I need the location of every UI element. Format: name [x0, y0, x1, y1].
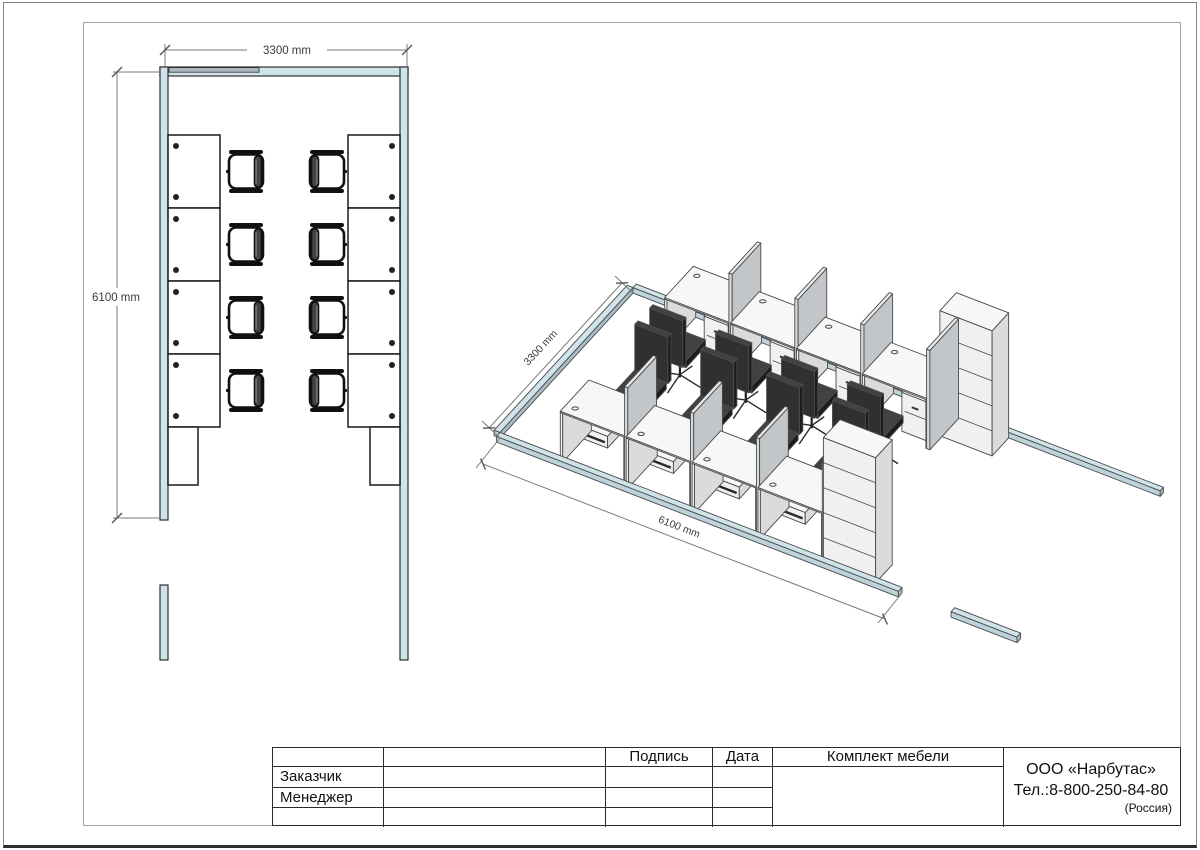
manager-name-cell [384, 788, 606, 808]
dimension-label: 3300 mm [521, 328, 560, 368]
company-name: ООО «Нарбутас» [1006, 760, 1176, 780]
chair-top-view [310, 150, 347, 193]
signature-header-cell: Подпись [606, 748, 713, 767]
desk-top-view [168, 281, 220, 354]
desk-top-view [348, 135, 400, 208]
customer-row-label: Заказчик [273, 767, 384, 788]
cabinet-top-view [168, 427, 198, 485]
empty-cell [606, 808, 713, 827]
title-block: Заказчик Менеджер Подпись Дата Комплект … [272, 747, 1181, 826]
cabinet-top-view [370, 427, 400, 485]
floor-plan-2d: 3300 mm 6100 mm [92, 44, 412, 660]
wall-3d [951, 608, 1021, 643]
date-header-cell: Дата [713, 748, 773, 767]
chair-top-view [310, 223, 347, 266]
chair-top-view [226, 296, 263, 339]
desk-top-view [168, 354, 220, 427]
chair-top-view [226, 369, 263, 412]
drawing-canvas: 3300 mm6100 mm3300 mm6100 mm [0, 0, 1200, 850]
empty-cell [273, 808, 384, 827]
empty-cell [384, 748, 606, 767]
signature-cell [606, 767, 713, 788]
desk-top-view [348, 281, 400, 354]
empty-cell [713, 808, 773, 827]
dimension-label: 6100 mm [92, 292, 140, 304]
company-country: (Россия) [1006, 801, 1176, 816]
cabinet-3d [823, 420, 892, 583]
desk-top-view [348, 208, 400, 281]
signature-cell [606, 788, 713, 808]
company-info-cell: ООО «Нарбутас» Тел.:8-800-250-84-80 (Рос… [1004, 748, 1182, 827]
chair-top-view [226, 150, 263, 193]
chair-top-view [310, 369, 347, 412]
customer-name-cell [384, 767, 606, 788]
furniture-set-header-cell: Комплект мебели [773, 748, 1004, 767]
chair-top-view [310, 296, 347, 339]
empty-cell [384, 808, 606, 827]
furniture-set-cell [773, 767, 1004, 827]
isometric-view: 3300 mm6100 mm [476, 242, 1163, 643]
desk-top-view [348, 354, 400, 427]
company-phone: Тел.:8-800-250-84-80 [1006, 780, 1176, 801]
date-cell [713, 767, 773, 788]
window-marker [169, 68, 259, 73]
date-cell [713, 788, 773, 808]
desk-top-view [168, 135, 220, 208]
dimension-label: 3300 mm [263, 45, 311, 57]
empty-cell [273, 748, 384, 767]
chair-top-view [226, 223, 263, 266]
desk-top-view [168, 208, 220, 281]
manager-row-label: Менеджер [273, 788, 384, 808]
